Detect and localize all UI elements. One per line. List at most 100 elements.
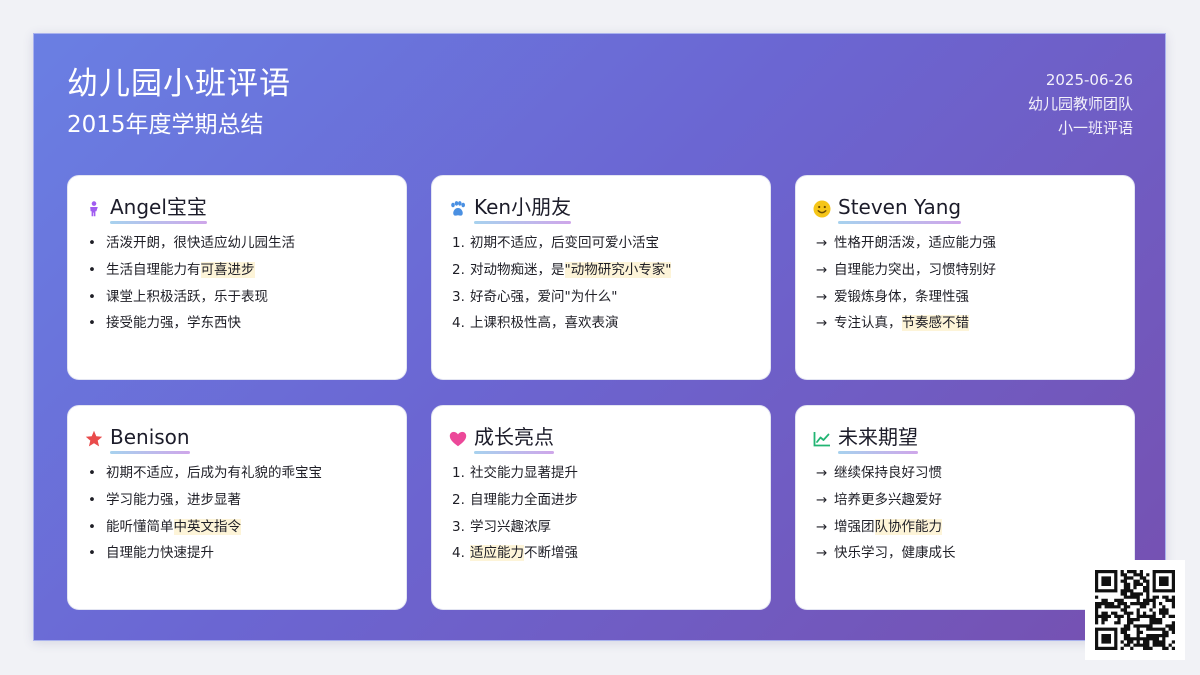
item-text-end: 不断增强 bbox=[524, 545, 578, 562]
list-item: • 自理能力快速提升 bbox=[88, 540, 390, 567]
card-header: Angel宝宝 bbox=[84, 194, 390, 224]
card-growth-highlights: 成长亮点 1. 社交能力显著提升 2. 自理能力全面进步 3. 学习兴趣浓厚 4. 适应… bbox=[431, 405, 771, 610]
number-marker: 3. bbox=[452, 288, 465, 305]
item-text: 上课积极性高，喜欢表演 bbox=[470, 315, 619, 332]
card-benison: Benison • 初期不适应，后成为有礼貌的乖宝宝 • 学习能力强，进步显著 • 能… bbox=[67, 405, 407, 610]
item-text: 好奇心强，爱问"为什么" bbox=[470, 288, 618, 305]
card-header: 未来期望 bbox=[812, 424, 1118, 454]
card-title: Steven Yang bbox=[838, 194, 962, 224]
item-text: 生活自理能力有 bbox=[106, 261, 201, 278]
card-header: 成长亮点 bbox=[448, 424, 754, 454]
comment-list: 1. 初期不适应，后变回可爱小活宝 2. 对动物痴迷，是"动物研究小专家" 3. 好奇… bbox=[448, 230, 754, 337]
arrow-marker: → bbox=[816, 491, 828, 508]
list-item: 2. 自理能力全面进步 bbox=[452, 487, 754, 514]
bullet-marker: • bbox=[88, 465, 96, 481]
list-item: → 增强团队协作能力 bbox=[816, 514, 1118, 541]
card-header: Benison bbox=[84, 424, 390, 454]
qr-code[interactable] bbox=[1085, 560, 1185, 660]
number-marker: 4. bbox=[452, 545, 465, 562]
date-label: 2025-06-26 bbox=[1045, 71, 1133, 89]
heart-icon bbox=[448, 429, 468, 449]
arrow-marker: → bbox=[816, 288, 828, 305]
card-future-expectations: 未来期望 → 继续保持良好习惯 → 培养更多兴趣爱好 → 增强团队协作能力 → 快乐学习… bbox=[795, 405, 1135, 610]
arrow-marker: → bbox=[816, 465, 828, 481]
item-highlight: "动物研究小专家" bbox=[564, 261, 672, 278]
list-item: • 课堂上积极活跃，乐于表现 bbox=[88, 284, 390, 311]
list-item: 1. 社交能力显著提升 bbox=[452, 460, 754, 487]
bullet-marker: • bbox=[88, 518, 96, 535]
item-text: 课堂上积极活跃，乐于表现 bbox=[106, 288, 268, 305]
arrow-marker: → bbox=[816, 518, 828, 535]
bullet-marker: • bbox=[88, 545, 96, 562]
qr-code-graphic bbox=[1095, 570, 1175, 650]
item-highlight: 适应能力 bbox=[470, 545, 524, 562]
comment-list: • 初期不适应，后成为有礼貌的乖宝宝 • 学习能力强，进步显著 • 能听懂简单中英文指… bbox=[84, 460, 390, 567]
item-text: 活泼开朗，很快适应幼儿园生活 bbox=[106, 235, 295, 251]
number-marker: 3. bbox=[452, 518, 465, 535]
star-icon bbox=[84, 429, 104, 449]
title-block: 幼儿园小班评语 2015年度学期总结 bbox=[67, 64, 291, 140]
item-text: 学习兴趣浓厚 bbox=[470, 518, 551, 535]
bullet-marker: • bbox=[88, 315, 96, 332]
item-text: 学习能力强，进步显著 bbox=[106, 491, 241, 508]
card-angel: Angel宝宝 • 活泼开朗，很快适应幼儿园生活 • 生活自理能力有可喜进步 • 课堂… bbox=[67, 175, 407, 380]
card-title: Benison bbox=[110, 424, 190, 454]
arrow-marker: → bbox=[816, 235, 828, 251]
item-text: 专注认真， bbox=[834, 315, 902, 332]
list-item: 3. 好奇心强，爱问"为什么" bbox=[452, 284, 754, 311]
meta-info: 2025-06-26 幼儿园教师团队 小一班评语 bbox=[1028, 68, 1133, 140]
child-icon bbox=[84, 199, 104, 219]
comment-list: • 活泼开朗，很快适应幼儿园生活 • 生活自理能力有可喜进步 • 课堂上积极活跃，乐于… bbox=[84, 230, 390, 337]
list-item: • 生活自理能力有可喜进步 bbox=[88, 257, 390, 284]
item-text: 初期不适应，后成为有礼貌的乖宝宝 bbox=[106, 465, 322, 481]
comment-list: → 性格开朗活泼，适应能力强 → 自理能力突出，习惯特别好 → 爱锻炼身体，条理性强 … bbox=[812, 230, 1118, 337]
list-item: • 初期不适应，后成为有礼貌的乖宝宝 bbox=[88, 460, 390, 487]
list-item: 1. 初期不适应，后变回可爱小活宝 bbox=[452, 230, 754, 257]
team-label: 幼儿园教师团队 bbox=[1027, 95, 1133, 113]
paw-icon bbox=[448, 199, 468, 219]
class-label: 小一班评语 bbox=[1057, 119, 1133, 137]
card-title: 成长亮点 bbox=[474, 424, 554, 454]
list-item: 4. 适应能力不断增强 bbox=[452, 540, 754, 567]
card-title: Ken小朋友 bbox=[474, 194, 572, 224]
number-marker: 1. bbox=[452, 235, 465, 251]
item-text: 自理能力全面进步 bbox=[470, 491, 578, 508]
list-item: → 爱锻炼身体，条理性强 bbox=[816, 284, 1118, 311]
item-text: 性格开朗活泼，适应能力强 bbox=[834, 235, 996, 251]
list-item: • 学习能力强，进步显著 bbox=[88, 487, 390, 514]
card-steven-yang: Steven Yang → 性格开朗活泼，适应能力强 → 自理能力突出，习惯特别好 … bbox=[795, 175, 1135, 380]
list-item: 3. 学习兴趣浓厚 bbox=[452, 514, 754, 541]
item-text: 能听懂简单 bbox=[106, 518, 174, 535]
item-text: 自理能力突出，习惯特别好 bbox=[834, 261, 996, 278]
card-ken: Ken小朋友 1. 初期不适应，后变回可爱小活宝 2. 对动物痴迷，是"动物研究小专… bbox=[431, 175, 771, 380]
list-item: → 自理能力突出，习惯特别好 bbox=[816, 257, 1118, 284]
item-highlight: 可喜进步 bbox=[200, 261, 255, 278]
smile-icon bbox=[812, 199, 832, 219]
list-item: → 培养更多兴趣爱好 bbox=[816, 487, 1118, 514]
card-title: Angel宝宝 bbox=[110, 194, 207, 224]
item-text: 爱锻炼身体，条理性强 bbox=[834, 288, 969, 305]
bullet-marker: • bbox=[88, 491, 96, 508]
item-highlight: 队协作能力 bbox=[874, 518, 942, 535]
list-item: → 继续保持良好习惯 bbox=[816, 460, 1118, 487]
list-item: → 快乐学习，健康成长 bbox=[816, 540, 1118, 567]
number-marker: 2. bbox=[452, 491, 465, 508]
arrow-marker: → bbox=[816, 545, 828, 562]
item-highlight: 节奏感不错 bbox=[901, 315, 969, 332]
list-item: → 性格开朗活泼，适应能力强 bbox=[816, 230, 1118, 257]
card-header: Steven Yang bbox=[812, 194, 1118, 224]
number-marker: 2. bbox=[452, 261, 465, 278]
list-item: • 活泼开朗，很快适应幼儿园生活 bbox=[88, 230, 390, 257]
list-item: → 专注认真，节奏感不错 bbox=[816, 310, 1118, 337]
number-marker: 4. bbox=[452, 315, 465, 332]
line-chart-icon bbox=[812, 429, 832, 449]
comment-list: 1. 社交能力显著提升 2. 自理能力全面进步 3. 学习兴趣浓厚 4. 适应能力不断增… bbox=[448, 460, 754, 567]
item-highlight: 中英文指令 bbox=[173, 518, 241, 535]
page-title: 幼儿园小班评语 bbox=[67, 66, 291, 102]
item-text: 社交能力显著提升 bbox=[470, 465, 578, 481]
list-item: • 接受能力强，学东西快 bbox=[88, 310, 390, 337]
bullet-marker: • bbox=[88, 235, 96, 251]
list-item: 4. 上课积极性高，喜欢表演 bbox=[452, 310, 754, 337]
item-text: 对动物痴迷，是 bbox=[470, 261, 565, 278]
bullet-marker: • bbox=[88, 288, 96, 305]
